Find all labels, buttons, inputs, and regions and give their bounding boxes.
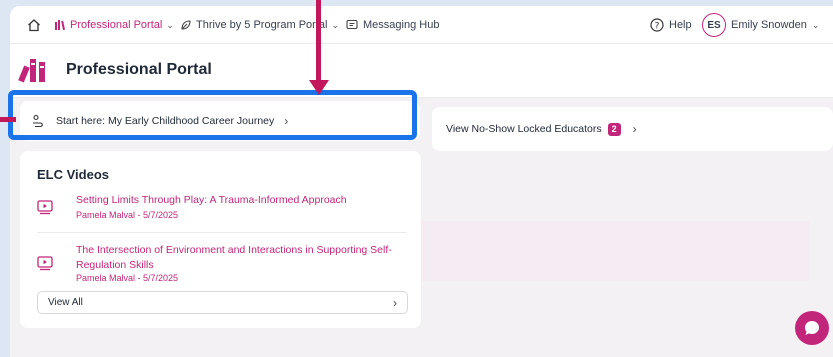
chevron-down-icon: ⌄ — [166, 19, 174, 30]
nav-professional-portal[interactable]: Professional Portal ⌄ — [54, 6, 174, 44]
nav-help[interactable]: ? Help — [650, 6, 692, 44]
annotation-arrow-left — [0, 117, 16, 122]
video-meta: Pamela Malval - 5/7/2025 — [76, 210, 179, 220]
video-item[interactable]: The Intersection of Environment and Inte… — [37, 243, 417, 283]
elc-videos-card: ELC Videos Setting Limits Through Play: … — [20, 151, 421, 328]
nav-help-label: Help — [669, 19, 692, 31]
nav-thrive-label: Thrive by 5 Program Portal — [196, 19, 328, 31]
locked-educators-label: View No-Show Locked Educators — [446, 123, 602, 135]
chat-button[interactable] — [795, 311, 829, 345]
view-all-button[interactable]: View All › — [37, 291, 408, 314]
nav-messaging-hub[interactable]: Messaging Hub — [346, 6, 439, 44]
locked-educators-card[interactable]: View No-Show Locked Educators 2 › — [432, 107, 833, 151]
svg-text:?: ? — [655, 21, 660, 31]
chevron-down-icon: ⌄ — [811, 19, 820, 30]
portal-logo-icon — [18, 56, 52, 89]
annotation-arrow-head — [309, 80, 329, 95]
highlight-box — [8, 90, 417, 140]
chevron-down-icon: ⌄ — [331, 19, 339, 30]
top-nav: Professional Portal ⌄ Thrive by 5 Progra… — [10, 6, 833, 44]
nav-portal-label: Professional Portal — [70, 19, 163, 31]
video-player-icon — [37, 256, 53, 271]
user-name: Emily Snowden — [731, 19, 807, 31]
help-circle-icon: ? — [650, 18, 664, 32]
annotation-arrow-shaft — [316, 0, 321, 82]
video-item[interactable]: Setting Limits Through Play: A Trauma-In… — [37, 193, 417, 229]
chevron-right-icon: › — [393, 295, 397, 310]
chevron-right-icon: › — [632, 122, 637, 136]
view-all-label: View All — [48, 297, 83, 308]
message-icon — [346, 19, 358, 30]
nav-messaging-label: Messaging Hub — [363, 19, 440, 31]
video-player-icon — [37, 200, 53, 215]
decorative-band — [420, 221, 810, 281]
leaf-icon — [181, 20, 191, 30]
user-menu[interactable]: ES Emily Snowden ⌄ — [702, 6, 819, 44]
divider — [37, 232, 407, 233]
count-badge: 2 — [607, 122, 621, 136]
video-title: The Intersection of Environment and Inte… — [76, 244, 392, 271]
page-title: Professional Portal — [66, 61, 212, 78]
avatar: ES — [702, 13, 726, 37]
app-frame: Professional Portal ⌄ Thrive by 5 Progra… — [10, 6, 833, 357]
video-meta: Pamela Malval - 5/7/2025 — [76, 273, 179, 283]
video-title: Setting Limits Through Play: A Trauma-In… — [76, 194, 347, 206]
home-icon[interactable] — [27, 6, 41, 44]
portal-books-icon — [55, 20, 66, 31]
chat-bubble-icon — [805, 321, 819, 335]
videos-title: ELC Videos — [37, 167, 110, 182]
